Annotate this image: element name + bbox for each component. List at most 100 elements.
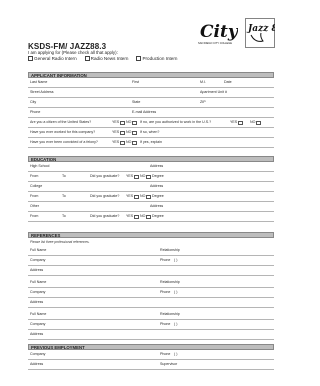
company-label: Company [30,290,46,294]
ref1-address-row[interactable]: Address [28,266,274,276]
degree-label: Degree [152,174,164,178]
option-general-radio[interactable]: General Radio Intern [28,56,77,61]
supervisor-label: Supervisor [160,362,178,366]
when-label: If so, when? [140,130,160,134]
authorized-yes-checkbox[interactable] [238,120,243,125]
college-yes-checkbox[interactable] [134,194,139,199]
logo-city-text: City [200,22,238,42]
full-name-label: Full Name [30,312,47,316]
address-label: Address [30,268,44,272]
logo-city-caption: SAN DIEGO CITY COLLEGE [198,41,232,45]
felony-yes-checkbox[interactable] [120,140,125,145]
ref3-company-row[interactable]: Company Phone ( ) [28,320,274,330]
relationship-label: Relationship [160,248,180,252]
from-label: From [30,194,39,198]
employment-company-row[interactable]: Company Phone ( ) [28,350,274,360]
ref3-name-row[interactable]: Full Name Relationship [28,310,274,320]
application-form: City SAN DIEGO CITY COLLEGE Jazz 88.3 KS… [0,0,298,386]
to-label: To [62,194,66,198]
no-label: NO [126,120,132,124]
ref2-address-row[interactable]: Address [28,298,274,308]
citizen-no-checkbox[interactable] [132,120,137,125]
yes-label: YES [112,120,120,124]
full-name-label: Full Name [30,248,47,252]
felony-row[interactable]: Have you ever been convicted of a felony… [28,138,274,148]
other-dates-row[interactable]: From To Did you graduate? YES NO Degree [28,212,274,222]
state-label: State [132,100,141,104]
to-label: To [62,214,66,218]
address-label: Address [30,300,44,304]
college-row[interactable]: College Address [28,182,274,192]
position-options: General Radio Intern Radio News Intern P… [28,56,177,61]
phone-parens: ( ) [174,258,178,262]
email-label: E-mail Address [132,110,157,114]
phone-row[interactable]: Phone E-mail Address [28,108,274,118]
ref2-name-row[interactable]: Full Name Relationship [28,278,274,288]
from-label: From [30,174,39,178]
yes-label: YES [112,140,120,144]
phone-parens: ( ) [174,322,178,326]
references-note: Please list three professional reference… [30,240,90,244]
hs-no-checkbox[interactable] [146,174,151,179]
graduate-question: Did you graduate? [90,194,120,198]
authorized-no-checkbox[interactable] [256,120,261,125]
ref3-address-row[interactable]: Address [28,330,274,340]
no-label: NO [126,140,132,144]
citizen-question: Are you a citizen of the United States? [30,120,92,124]
no-label: NO [140,194,146,198]
address-label: Address [150,184,164,188]
high-school-dates-row[interactable]: From To Did you graduate? YES NO Degree [28,172,274,182]
high-school-row[interactable]: High School Address [28,162,274,172]
college-no-checkbox[interactable] [146,194,151,199]
street-row[interactable]: Street Address Apartment Unit # [28,88,274,98]
college-label: College [30,184,43,188]
other-yes-checkbox[interactable] [134,214,139,219]
worked-yes-checkbox[interactable] [120,130,125,135]
degree-label: Degree [152,194,164,198]
authorized-question: If no, are you authorized to work in the… [140,120,212,124]
city-row[interactable]: City State ZIP [28,98,274,108]
company-label: Company [30,258,46,262]
address-label: Address [30,332,44,336]
first-label: First [132,80,139,84]
degree-label: Degree [152,214,164,218]
ref2-company-row[interactable]: Company Phone ( ) [28,288,274,298]
other-row[interactable]: Other Address [28,202,274,212]
phone-label: Phone [160,322,171,326]
phone-label: Phone [160,290,171,294]
apt-label: Apartment Unit # [200,90,227,94]
address-label: Address [150,204,164,208]
worked-row[interactable]: Have you ever worked for this company? Y… [28,128,274,138]
city-college-logo: City SAN DIEGO CITY COLLEGE [198,22,238,45]
checkbox[interactable] [136,56,142,61]
city-label: City [30,100,37,104]
address-label: Address [30,362,44,366]
no-label: NO [140,214,146,218]
college-dates-row[interactable]: From To Did you graduate? YES NO Degree [28,192,274,202]
zip-label: ZIP [200,100,206,104]
section-references: REFERENCES [28,232,274,238]
name-row[interactable]: Last Name First M.I. Date [28,78,274,88]
worked-no-checkbox[interactable] [132,130,137,135]
citizen-row[interactable]: Are you a citizen of the United States? … [28,118,274,128]
to-label: To [62,174,66,178]
felony-no-checkbox[interactable] [132,140,137,145]
full-name-label: Full Name [30,280,47,284]
checkbox[interactable] [28,56,33,61]
other-no-checkbox[interactable] [146,214,151,219]
ref1-name-row[interactable]: Full Name Relationship [28,246,274,256]
hs-yes-checkbox[interactable] [134,174,139,179]
no-label: NO [250,120,256,124]
checkbox[interactable] [84,56,90,61]
jazz-logo: Jazz 88.3 [245,18,275,48]
citizen-yes-checkbox[interactable] [120,120,125,125]
employment-address-row[interactable]: Address Supervisor [28,360,274,370]
yes-label: YES [126,194,134,198]
address-label: Address [150,164,164,168]
ref1-company-row[interactable]: Company Phone ( ) [28,256,274,266]
explain-label: If yes, explain [140,140,162,144]
option-radio-news[interactable]: Radio News Intern [84,56,128,61]
last-name-label: Last Name [30,80,48,84]
high-school-label: High School [30,164,50,168]
option-production[interactable]: Production Intern [136,56,177,61]
